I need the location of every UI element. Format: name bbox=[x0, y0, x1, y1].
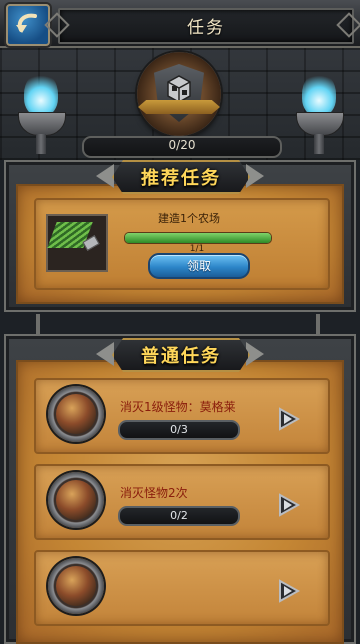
recommended-section-title: 推荐任务 bbox=[141, 168, 221, 189]
blue-torch-flame-icon bbox=[302, 72, 336, 116]
task-progress: 0/2 bbox=[118, 506, 240, 526]
monster-face bbox=[56, 566, 96, 606]
emblem-ribbon bbox=[138, 100, 220, 114]
task-progress: 0/3 bbox=[118, 420, 240, 440]
torch-stem bbox=[36, 134, 46, 154]
blue-torch-flame-icon bbox=[24, 72, 58, 116]
recommended-task-name: 建造1个农场 bbox=[158, 212, 220, 225]
recommended-progress-fill bbox=[125, 233, 271, 243]
monster-face bbox=[56, 394, 96, 434]
go-arrow-icon[interactable] bbox=[276, 578, 302, 604]
normal-section-title: 普通任务 bbox=[141, 346, 221, 367]
task-name: 消灭怪物2次 bbox=[120, 486, 188, 500]
monster-face bbox=[56, 480, 96, 520]
recommended-progress-bar bbox=[124, 232, 272, 244]
go-arrow-icon[interactable] bbox=[276, 492, 302, 518]
torch-stem bbox=[314, 134, 324, 154]
chain-left bbox=[36, 314, 40, 336]
back-arrow-icon bbox=[16, 13, 37, 33]
claim-button[interactable]: 领取 bbox=[148, 253, 250, 279]
go-arrow-icon[interactable] bbox=[276, 406, 302, 432]
page-title: 任务 bbox=[187, 18, 225, 38]
overall-progress-text: 0/20 bbox=[168, 138, 196, 152]
task-name: 消灭1级怪物：莫格莱 bbox=[120, 400, 236, 414]
chain-right bbox=[316, 314, 320, 336]
